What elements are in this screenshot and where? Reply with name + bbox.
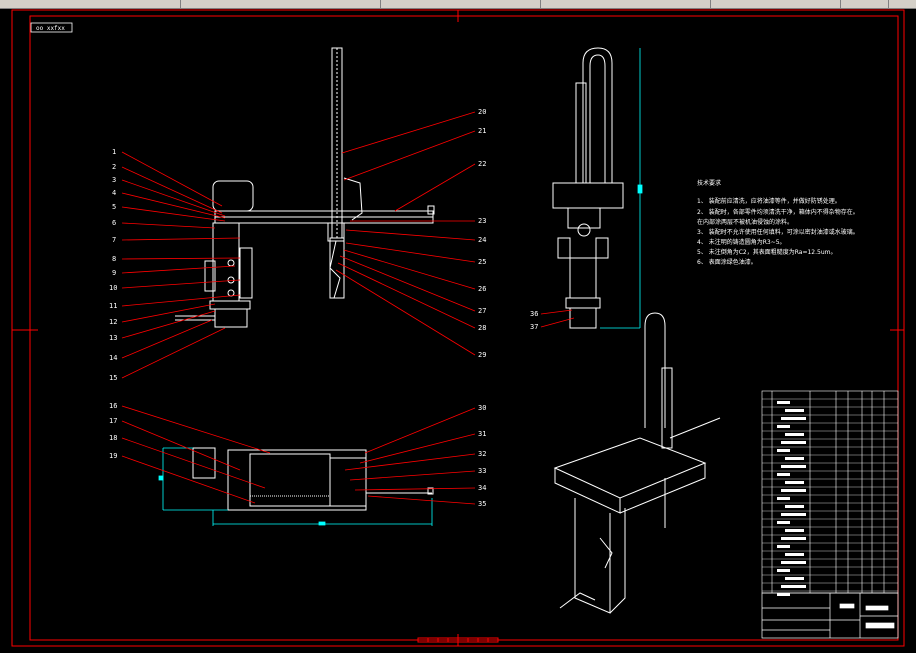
callout-label: 23 xyxy=(478,217,486,225)
callout-label: 7 xyxy=(112,236,116,244)
callout-label: 17 xyxy=(109,417,117,425)
toolbar-segment[interactable] xyxy=(710,0,841,8)
callout-label: 4 xyxy=(112,189,116,197)
notes-line: 6、 表面涂绿色油漆。 xyxy=(697,258,757,266)
callouts-left: 1 2 3 4 5 6 7 8 9 10 11 12 13 14 15 xyxy=(109,148,117,382)
parts-list-rows xyxy=(762,398,898,596)
side-view-dimensions xyxy=(600,48,643,329)
callout-label: 5 xyxy=(112,203,116,211)
callout-label: 27 xyxy=(478,307,486,315)
callout-label: 2 xyxy=(112,163,116,171)
leader-lines-side xyxy=(540,309,575,328)
notes-line: 1、 装配前应清洗，应将油漆等件，并做好防锈处理。 xyxy=(697,197,841,205)
parts-list-entry xyxy=(781,417,806,420)
drawing-tag-text: oo xxfxx xyxy=(36,25,65,32)
callout-label: 34 xyxy=(478,484,486,492)
callout-label: 8 xyxy=(112,255,116,263)
notes-heading: 技术要求 xyxy=(697,179,721,187)
drawing-tag: oo xxfxx xyxy=(30,22,73,33)
toolbar-segment[interactable] xyxy=(840,0,889,8)
callouts-plan: 16 17 18 19 30 31 32 33 34 35 xyxy=(109,402,486,508)
callouts-right: 20 21 22 23 24 25 26 27 28 29 xyxy=(478,108,486,359)
callout-label: 12 xyxy=(109,318,117,326)
callout-label: 18 xyxy=(109,434,117,442)
parts-list-entry xyxy=(781,465,806,468)
callout-label: 29 xyxy=(478,351,486,359)
parts-list-entry xyxy=(785,529,804,532)
callout-label: 24 xyxy=(478,236,486,244)
callout-label: 25 xyxy=(478,258,486,266)
parts-list-entry xyxy=(777,497,790,500)
callout-label: 1 xyxy=(112,148,116,156)
cad-drawing-canvas[interactable]: oo xxfxx 1 2 3 4 5 6 7 8 9 10 11 12 13 1… xyxy=(0,8,916,653)
centering-marks xyxy=(12,10,904,646)
parts-list-entry xyxy=(781,489,806,492)
toolbar-segment[interactable] xyxy=(180,0,381,8)
notes-line: 4、 未注明的铸造圆角为R3~5。 xyxy=(697,238,786,246)
plan-view-dimensions xyxy=(158,447,433,526)
leader-lines-left xyxy=(121,151,241,379)
plan-view xyxy=(192,447,434,511)
callout-label: 13 xyxy=(109,334,117,342)
parts-list-entry xyxy=(777,449,790,452)
callout-label: 35 xyxy=(478,500,486,508)
parts-list-entry xyxy=(781,513,806,516)
callout-label: 10 xyxy=(109,284,117,292)
parts-list-entry xyxy=(781,537,806,540)
notes-line: 3、 装配时不允许使用任何填料，可涂以密封油漆或水玻璃。 xyxy=(697,228,859,236)
callout-label: 30 xyxy=(478,404,486,412)
parts-list-entry xyxy=(785,481,804,484)
callout-label: 14 xyxy=(109,354,117,362)
callout-label: 37 xyxy=(530,323,538,331)
callout-label: 16 xyxy=(109,402,117,410)
inner-frame xyxy=(29,15,899,641)
parts-list-entry xyxy=(785,457,804,460)
toolbar-segment[interactable] xyxy=(380,0,541,8)
notes-line: 在内部涂两层不被机油侵蚀的涂料。 xyxy=(697,218,793,226)
parts-list-entry xyxy=(777,401,790,404)
parts-list-entry xyxy=(777,521,790,524)
parts-list-entry xyxy=(781,441,806,444)
callout-label: 3 xyxy=(112,176,116,184)
isometric-view xyxy=(553,312,721,614)
callout-label: 11 xyxy=(109,302,117,310)
callout-label: 19 xyxy=(109,452,117,460)
toolbar-segment[interactable] xyxy=(540,0,711,8)
title-block xyxy=(761,592,899,639)
parts-list-entry xyxy=(785,577,804,580)
callout-label: 21 xyxy=(478,127,486,135)
front-view-robot-arm xyxy=(175,47,435,328)
callout-label: 31 xyxy=(478,430,486,438)
callout-label: 36 xyxy=(530,310,538,318)
callout-label: 26 xyxy=(478,285,486,293)
callout-label: 28 xyxy=(478,324,486,332)
outer-frame xyxy=(11,9,905,647)
parts-list-entry xyxy=(777,593,790,596)
leader-lines-plan xyxy=(121,405,476,505)
callout-label: 22 xyxy=(478,160,486,168)
parts-list-entry xyxy=(785,409,804,412)
callout-label: 15 xyxy=(109,374,117,382)
leader-lines-right xyxy=(335,111,476,356)
callout-label: 33 xyxy=(478,467,486,475)
parts-list-entry xyxy=(781,585,806,588)
callout-label: 20 xyxy=(478,108,486,116)
callout-label: 32 xyxy=(478,450,486,458)
parts-list-entry xyxy=(777,569,790,572)
notes-line: 5、 未注倒角为C2，其表面粗糙度为Ra=12.5um。 xyxy=(697,248,836,256)
parts-list-entry xyxy=(785,433,804,436)
parts-list-entry xyxy=(777,473,790,476)
callout-label: 6 xyxy=(112,219,116,227)
parts-list-entry xyxy=(781,561,806,564)
notes-line: 2、 装配时，各部零件均须清洗干净，箱体内不得杂物存在。 xyxy=(697,208,859,216)
technical-notes: 技术要求 1、 装配前应清洗，应将油漆等件，并做好防锈处理。 2、 装配时，各部… xyxy=(697,179,859,266)
callout-label: 9 xyxy=(112,269,116,277)
parts-list-entry xyxy=(777,545,790,548)
parts-list-entry xyxy=(785,505,804,508)
parts-list-entry xyxy=(777,425,790,428)
toolbar-segment[interactable] xyxy=(0,0,181,8)
side-view xyxy=(552,47,624,329)
parts-list-entry xyxy=(785,553,804,556)
